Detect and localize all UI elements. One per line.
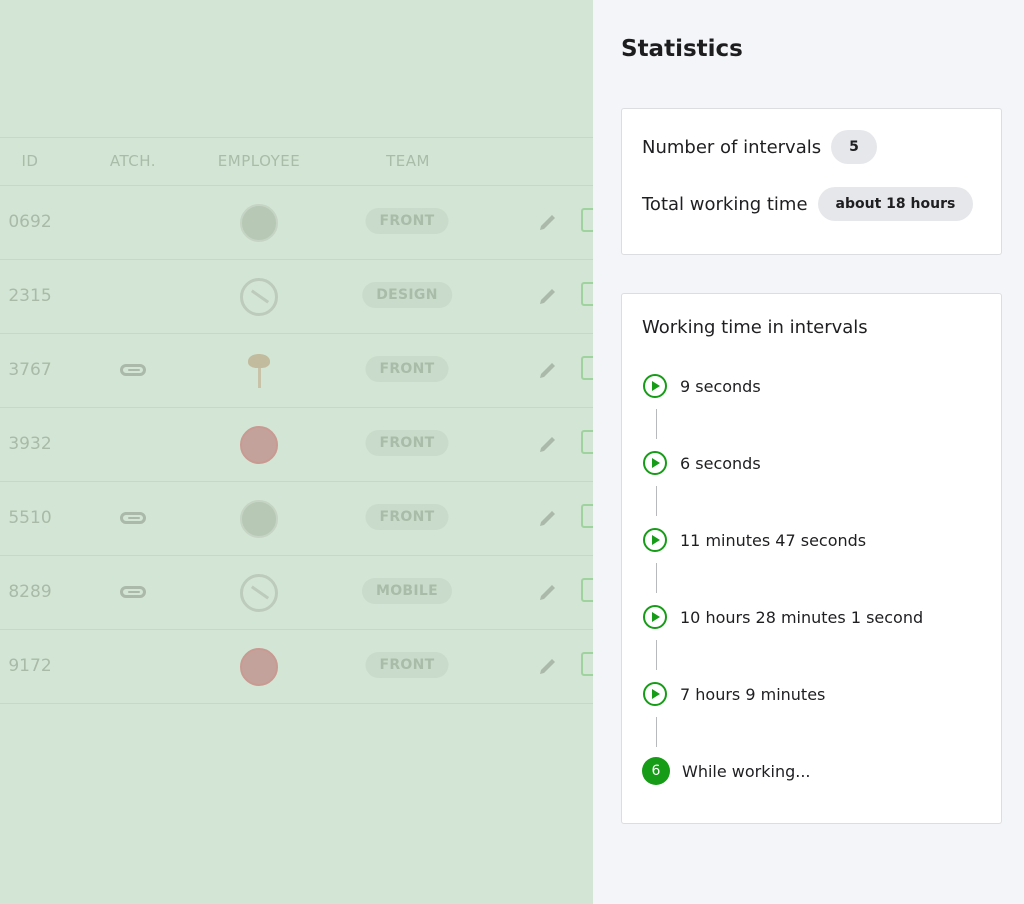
summary-card: Number of intervals 5 Total working time…: [621, 108, 1002, 255]
copy-icon[interactable]: [581, 430, 593, 454]
pencil-icon[interactable]: [538, 434, 558, 454]
team-badge: MOBILE: [362, 578, 452, 604]
table-row[interactable]: 2315 DESIGN: [0, 260, 593, 334]
no-image-icon: [240, 574, 278, 612]
team-badge: FRONT: [365, 430, 449, 456]
row-id: 8289: [8, 582, 52, 602]
copy-icon[interactable]: [581, 652, 593, 676]
timeline-connector: [656, 640, 657, 670]
avatar: [240, 648, 278, 686]
timeline-connector: [656, 409, 657, 439]
timeline-connector: [656, 563, 657, 593]
copy-icon[interactable]: [581, 282, 593, 306]
interval-duration: 7 hours 9 minutes: [680, 684, 826, 704]
panel-title: Statistics: [621, 36, 743, 62]
play-circle-icon: [643, 528, 667, 552]
paperclip-icon[interactable]: [120, 586, 146, 598]
table-row[interactable]: 3767 FRONT: [0, 334, 593, 408]
total-time-row: Total working time about 18 hours: [642, 187, 974, 221]
header-team: TEAM: [386, 152, 430, 170]
interval-item: 10 hours 28 minutes 1 second: [642, 604, 923, 630]
intervals-card: Working time in intervals 9 seconds 6 se…: [621, 293, 1002, 824]
intervals-count-row: Number of intervals 5: [642, 130, 877, 164]
current-interval-item: 6 While working...: [642, 757, 811, 785]
interval-duration: 9 seconds: [680, 376, 761, 396]
no-image-icon: [240, 278, 278, 316]
avatar: [240, 500, 278, 538]
pencil-icon[interactable]: [538, 582, 558, 602]
copy-icon[interactable]: [581, 356, 593, 380]
intervals-card-title: Working time in intervals: [642, 317, 868, 338]
interval-item: 11 minutes 47 seconds: [642, 527, 866, 553]
paperclip-icon[interactable]: [120, 512, 146, 524]
avatar: [240, 204, 278, 242]
pencil-icon[interactable]: [538, 286, 558, 306]
team-badge: FRONT: [365, 208, 449, 234]
header-employee: EMPLOYEE: [217, 152, 301, 170]
team-badge: FRONT: [365, 652, 449, 678]
copy-icon[interactable]: [581, 578, 593, 602]
copy-icon[interactable]: [581, 504, 593, 528]
row-id: 9172: [8, 656, 52, 676]
interval-duration: 6 seconds: [680, 453, 761, 473]
employee-table: ID ATCH. EMPLOYEE TEAM 0692 FRONT 2315 D…: [0, 0, 593, 904]
statistics-panel: Statistics Number of intervals 5 Total w…: [593, 0, 1024, 904]
row-id: 2315: [8, 286, 52, 306]
table-row[interactable]: 9172 FRONT: [0, 630, 593, 704]
table-row[interactable]: 3932 FRONT: [0, 408, 593, 482]
row-id: 5510: [8, 508, 52, 528]
play-circle-icon: [643, 682, 667, 706]
header-id: ID: [21, 152, 39, 170]
paperclip-icon[interactable]: [120, 364, 146, 376]
total-time-label: Total working time: [642, 193, 808, 215]
total-time-badge: about 18 hours: [817, 187, 974, 221]
interval-item: 9 seconds: [642, 373, 761, 399]
interval-duration: 11 minutes 47 seconds: [680, 530, 867, 550]
play-circle-icon: [643, 605, 667, 629]
table-row[interactable]: 8289 MOBILE: [0, 556, 593, 630]
table-row[interactable]: 5510 FRONT: [0, 482, 593, 556]
row-id: 3767: [8, 360, 52, 380]
timeline-connector: [656, 486, 657, 516]
pencil-icon[interactable]: [538, 508, 558, 528]
row-id: 0692: [8, 212, 52, 232]
avatar: [240, 426, 278, 464]
team-badge: DESIGN: [362, 282, 452, 308]
play-circle-icon: [643, 451, 667, 475]
interval-duration: 10 hours 28 minutes 1 second: [680, 607, 924, 627]
interval-item: 7 hours 9 minutes: [642, 681, 825, 707]
table-row[interactable]: 0692 FRONT: [0, 186, 593, 260]
pencil-icon[interactable]: [538, 656, 558, 676]
team-badge: FRONT: [365, 356, 449, 382]
pencil-icon[interactable]: [538, 212, 558, 232]
copy-icon[interactable]: [581, 208, 593, 232]
play-circle-icon: [643, 374, 667, 398]
intervals-count-badge: 5: [831, 130, 877, 164]
header-attachment: ATCH.: [109, 152, 157, 170]
intervals-label: Number of intervals: [642, 136, 822, 158]
pencil-icon[interactable]: [538, 360, 558, 380]
current-interval-number: 6: [642, 757, 670, 785]
timeline-connector: [656, 717, 657, 747]
avatar: [240, 352, 278, 390]
current-interval-label: While working...: [682, 761, 811, 781]
row-id: 3932: [8, 434, 52, 454]
team-badge: FRONT: [365, 504, 449, 530]
interval-item: 6 seconds: [642, 450, 761, 476]
